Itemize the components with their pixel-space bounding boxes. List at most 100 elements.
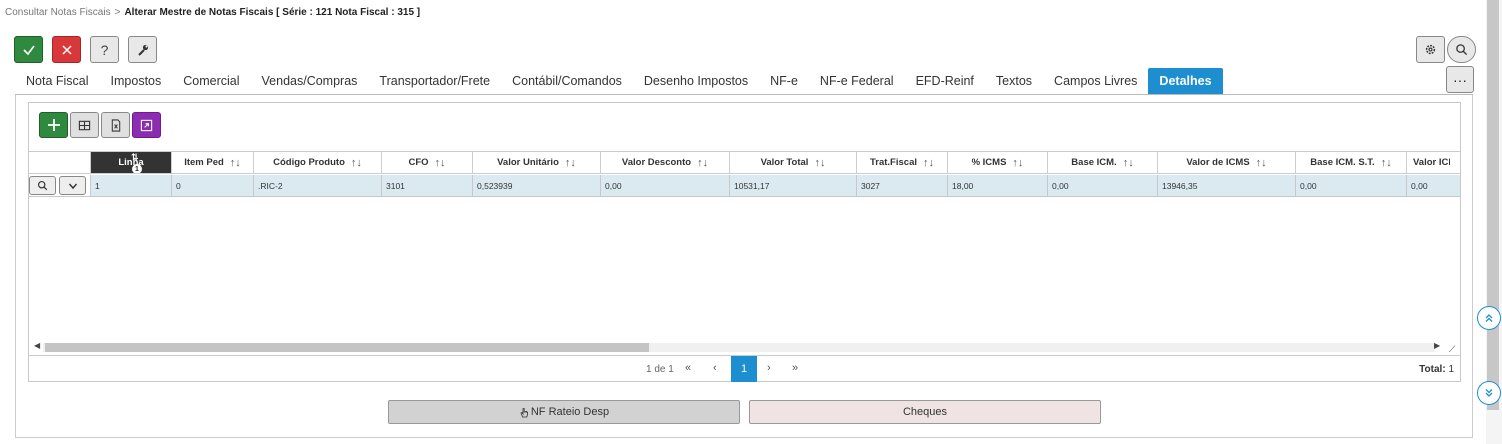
more-tabs-button[interactable]: ··· bbox=[1446, 66, 1474, 93]
confirm-button[interactable] bbox=[14, 36, 43, 63]
column-header-valor-icms-st[interactable]: Valor ICMS bbox=[1407, 152, 1450, 173]
export-excel-button[interactable] bbox=[101, 112, 130, 138]
cell-valor-icms[interactable]: 13946,35 bbox=[1158, 175, 1296, 196]
scroll-thumb[interactable] bbox=[1487, 0, 1499, 410]
cell-valor-icms-st[interactable]: 0,00 bbox=[1407, 175, 1450, 196]
next-page-button[interactable]: › bbox=[767, 362, 771, 374]
cell-valor-desconto[interactable]: 0,00 bbox=[601, 175, 730, 196]
prev-page-button[interactable]: ‹ bbox=[713, 362, 717, 374]
last-page-button[interactable]: » bbox=[792, 362, 798, 374]
sort-icon[interactable]: ↑↓ bbox=[1256, 157, 1267, 169]
tab-efd-reinf[interactable]: EFD-Reinf bbox=[905, 68, 985, 94]
tab-impostos[interactable]: Impostos bbox=[100, 68, 173, 94]
scroll-top-button[interactable] bbox=[1477, 306, 1501, 330]
cell-icms-percent[interactable]: 18,00 bbox=[948, 175, 1048, 196]
nf-rateio-desp-button[interactable]: NF Rateio Desp bbox=[388, 400, 740, 424]
tab-detalhes[interactable]: Detalhes bbox=[1148, 68, 1223, 94]
total-count: Total: 1 bbox=[1419, 364, 1454, 375]
tab-campos-livres[interactable]: Campos Livres bbox=[1043, 68, 1148, 94]
column-label: Base ICM. bbox=[1071, 157, 1117, 168]
settings-button[interactable] bbox=[1416, 36, 1445, 63]
column-header-icms-percent[interactable]: % ICMS ↑↓ bbox=[948, 152, 1048, 173]
column-header-valor-total[interactable]: Valor Total ↑↓ bbox=[730, 152, 857, 173]
column-label: Valor Unitário bbox=[497, 157, 559, 168]
right-tools bbox=[1416, 36, 1476, 63]
cell-linha[interactable]: 1 bbox=[91, 175, 172, 196]
column-label: % ICMS bbox=[971, 157, 1007, 168]
breadcrumb-parent[interactable]: Consultar Notas Fiscais bbox=[5, 7, 111, 18]
sort-icon[interactable]: ↑↓ bbox=[351, 157, 362, 169]
tab-transportador-frete[interactable]: Transportador/Frete bbox=[368, 68, 501, 94]
current-page-button[interactable]: 1 bbox=[731, 356, 757, 382]
pagination: 1 de 1 « ‹ 1 › » Total: 1 bbox=[29, 355, 1460, 382]
expand-icon bbox=[140, 119, 153, 131]
sort-icon[interactable]: ↑↓ bbox=[1012, 157, 1023, 169]
scroll-right-icon[interactable]: ▶ bbox=[1434, 341, 1440, 350]
expand-grid-button[interactable] bbox=[132, 112, 161, 138]
resize-grip-icon[interactable]: ⟋ bbox=[1449, 344, 1455, 355]
tab-comercial[interactable]: Comercial bbox=[172, 68, 250, 94]
column-header-valor-icms[interactable]: Valor de ICMS ↑↓ bbox=[1158, 152, 1296, 173]
cell-valor-unitario[interactable]: 0,523939 bbox=[473, 175, 601, 196]
column-header-valor-unitario[interactable]: Valor Unitário ↑↓ bbox=[473, 152, 601, 173]
cell-codigo-produto[interactable]: .RIC-2 bbox=[254, 175, 382, 196]
cell-base-icm-st[interactable]: 0,00 bbox=[1296, 175, 1407, 196]
columns-icon bbox=[78, 120, 91, 130]
column-header-linha[interactable]: Linha ⇅ 1 bbox=[91, 152, 172, 173]
sort-icon[interactable]: ↑↓ bbox=[230, 157, 241, 169]
help-button[interactable]: ? bbox=[90, 36, 119, 63]
add-row-button[interactable] bbox=[39, 112, 68, 138]
column-label: Valor de ICMS bbox=[1186, 157, 1250, 168]
scroll-thumb[interactable] bbox=[45, 343, 649, 352]
column-header-item-ped[interactable]: Item Ped ↑↓ bbox=[172, 152, 254, 173]
row-expand-button[interactable] bbox=[59, 176, 86, 195]
total-value: 1 bbox=[1448, 364, 1454, 375]
sort-icon[interactable]: ↑↓ bbox=[565, 157, 576, 169]
sort-icon[interactable]: ↑↓ bbox=[1381, 157, 1392, 169]
cell-item-ped[interactable]: 0 bbox=[172, 175, 254, 196]
sort-icon[interactable]: ↑↓ bbox=[814, 157, 825, 169]
table-row[interactable]: 1 0 .RIC-2 3101 0,523939 0,00 10531,17 3… bbox=[29, 175, 1460, 197]
tab-nota-fiscal[interactable]: Nota Fiscal bbox=[15, 68, 100, 94]
column-header-base-icm[interactable]: Base ICM. ↑↓ bbox=[1048, 152, 1158, 173]
sort-icon[interactable]: ↑↓ bbox=[1123, 157, 1134, 169]
row-search-button[interactable] bbox=[29, 176, 56, 195]
tab-nfe-federal[interactable]: NF-e Federal bbox=[809, 68, 905, 94]
tab-vendas-compras[interactable]: Vendas/Compras bbox=[251, 68, 369, 94]
tab-nfe[interactable]: NF-e bbox=[759, 68, 809, 94]
first-page-button[interactable]: « bbox=[685, 362, 691, 374]
add-icon bbox=[47, 119, 60, 131]
column-header-cfo[interactable]: CFO ↑↓ bbox=[382, 152, 473, 173]
column-header-codigo-produto[interactable]: Código Produto ↑↓ bbox=[254, 152, 382, 173]
column-header-base-icm-st[interactable]: Base ICM. S.T. ↑↓ bbox=[1296, 152, 1407, 173]
column-label: Base ICM. S.T. bbox=[1310, 157, 1375, 168]
column-header-trat-fiscal[interactable]: Trat.Fiscal ↑↓ bbox=[857, 152, 948, 173]
horizontal-scrollbar[interactable]: ◀ ▶ ⟋ bbox=[29, 340, 1460, 354]
wrench-icon bbox=[137, 44, 148, 56]
column-label: Item Ped bbox=[184, 157, 224, 168]
vertical-scrollbar[interactable] bbox=[1486, 0, 1502, 444]
tools-button[interactable] bbox=[128, 36, 157, 63]
scroll-left-icon[interactable]: ◀ bbox=[34, 341, 40, 350]
grid-header: Linha ⇅ 1 Item Ped ↑↓ Código Produto ↑↓ CF… bbox=[29, 151, 1460, 174]
action-toolbar: ? bbox=[14, 36, 157, 63]
column-label: Trat.Fiscal bbox=[870, 157, 917, 168]
column-label: Valor Desconto bbox=[621, 157, 692, 168]
cell-base-icm[interactable]: 0,00 bbox=[1048, 175, 1158, 196]
tab-desenho-impostos[interactable]: Desenho Impostos bbox=[633, 68, 759, 94]
scroll-bottom-button[interactable] bbox=[1477, 381, 1501, 405]
sort-icon[interactable]: ↑↓ bbox=[923, 157, 934, 169]
cancel-button[interactable] bbox=[52, 36, 81, 63]
cell-valor-total[interactable]: 10531,17 bbox=[730, 175, 857, 196]
column-header-valor-desconto[interactable]: Valor Desconto ↑↓ bbox=[601, 152, 730, 173]
sort-icon[interactable]: ↑↓ bbox=[697, 157, 708, 169]
row-actions bbox=[29, 175, 91, 196]
search-button[interactable] bbox=[1447, 36, 1476, 63]
cell-trat-fiscal[interactable]: 3027 bbox=[857, 175, 948, 196]
columns-button[interactable] bbox=[70, 112, 99, 138]
cheques-button[interactable]: Cheques bbox=[749, 400, 1101, 424]
tab-contabil-comandos[interactable]: Contábil/Comandos bbox=[501, 68, 633, 94]
tab-textos[interactable]: Textos bbox=[985, 68, 1043, 94]
cell-cfo[interactable]: 3101 bbox=[382, 175, 473, 196]
sort-icon[interactable]: ↑↓ bbox=[435, 157, 446, 169]
